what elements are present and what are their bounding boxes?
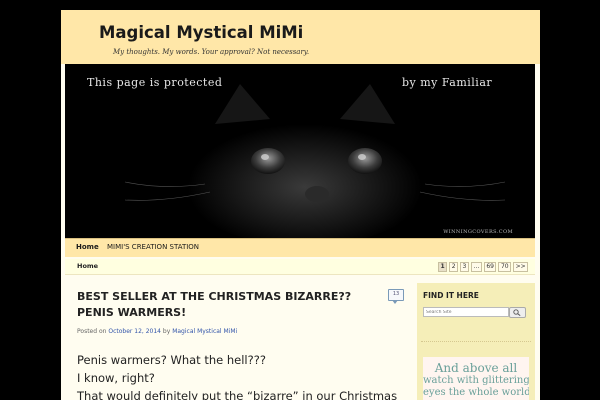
page: Magical Mystical MiMi My thoughts. My wo… bbox=[61, 10, 540, 400]
banner-text-right: by my Familiar bbox=[402, 76, 493, 89]
search-widget-title: FIND IT HERE bbox=[423, 291, 479, 300]
sidebar-divider bbox=[421, 341, 531, 342]
nav-item-home[interactable]: Home bbox=[76, 243, 99, 251]
comment-count: 13 bbox=[392, 291, 400, 297]
sidebar: FIND IT HERE And above all watch with gl… bbox=[417, 283, 535, 400]
banner-credit: WINNINGCOVERS.COM bbox=[443, 229, 513, 235]
search-button[interactable] bbox=[509, 307, 526, 318]
promo-line: eyes the whole world bbox=[423, 387, 529, 398]
page-link-70[interactable]: 70 bbox=[498, 262, 512, 272]
search-input[interactable] bbox=[423, 307, 509, 317]
site-title[interactable]: Magical Mystical MiMi bbox=[99, 23, 303, 42]
post-paragraph: Penis warmers? What the hell??? bbox=[77, 353, 266, 367]
promo-line: And above all bbox=[434, 361, 518, 375]
post-date-link[interactable]: October 12, 2014 bbox=[108, 328, 161, 335]
black-cat-image bbox=[65, 64, 535, 238]
post-title[interactable]: BEST SELLER AT THE CHRISTMAS BIZARRE?? P… bbox=[77, 289, 367, 321]
page-ellipsis: … bbox=[470, 262, 482, 272]
post-meta: Posted on October 12, 2014 by Magical My… bbox=[77, 328, 237, 335]
promo-line: watch with glittering bbox=[423, 375, 529, 386]
sidebar-promo-image: And above all watch with glittering eyes… bbox=[423, 357, 529, 400]
page-link-3[interactable]: 3 bbox=[460, 262, 469, 272]
page-link-1[interactable]: 1 bbox=[438, 262, 448, 272]
site-description: My thoughts. My words. Your approval? No… bbox=[113, 48, 310, 56]
breadcrumb-bar: Home 1 2 3… 69 70 >> bbox=[65, 259, 535, 275]
page-link-2[interactable]: 2 bbox=[449, 262, 459, 272]
comment-bubble-icon[interactable]: 13 bbox=[388, 289, 404, 304]
search-icon bbox=[513, 309, 521, 316]
nav-item-creation-station[interactable]: MIMI'S CREATION STATION bbox=[107, 243, 199, 251]
page-link-69[interactable]: 69 bbox=[483, 262, 497, 272]
post-meta-prefix: Posted on bbox=[77, 328, 107, 335]
post-body: Penis warmers? What the hell??? I know, … bbox=[77, 351, 398, 400]
main-navigation: Home MIMI'S CREATION STATION bbox=[65, 238, 535, 257]
pagination: 1 2 3… 69 70 >> bbox=[438, 262, 530, 272]
site-header: Magical Mystical MiMi My thoughts. My wo… bbox=[61, 10, 540, 64]
banner-text-left: This page is protected bbox=[87, 76, 223, 89]
post-meta-by: by bbox=[162, 328, 171, 335]
post-paragraph: I know, right? bbox=[77, 371, 155, 385]
header-banner-image: This page is protected by my Familiar WI… bbox=[65, 64, 535, 238]
post-paragraph: That would definitely put the “bizarre” … bbox=[77, 389, 398, 400]
breadcrumb-home[interactable]: Home bbox=[77, 262, 98, 270]
post-author-link[interactable]: Magical Mystical MiMi bbox=[172, 328, 237, 335]
page-next-button[interactable]: >> bbox=[513, 262, 529, 272]
